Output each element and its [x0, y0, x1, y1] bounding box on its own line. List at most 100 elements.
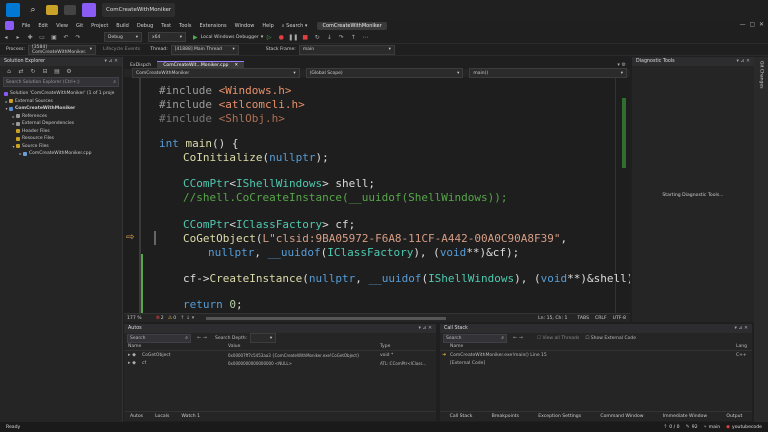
undo-icon[interactable]: ↶ — [62, 33, 70, 41]
visual-studio-icon[interactable] — [82, 3, 96, 17]
stack-frame-combo[interactable]: main ▾ — [298, 44, 395, 55]
line-ending[interactable]: CRLF — [595, 316, 607, 321]
menu-project[interactable]: Project — [87, 23, 112, 29]
table-row[interactable]: ➜ ComCreateWithMoniker.exe!main() Line 1… — [440, 351, 752, 359]
cursor-position[interactable]: Ln: 15, Ch: 1 — [538, 316, 567, 321]
step-out-icon[interactable]: ↑ — [349, 33, 357, 41]
status-pencil[interactable]: 92 — [692, 425, 698, 430]
platform-combo[interactable]: x64 ▾ — [148, 32, 186, 42]
menu-test[interactable]: Test — [157, 23, 175, 29]
nav-arrows-icon[interactable]: ← → — [513, 335, 523, 341]
panel-pin-icon[interactable]: ▾ ⊿ ✕ — [419, 326, 433, 331]
show-all-files-icon[interactable]: ▤ — [53, 67, 61, 75]
pause-icon[interactable]: ❚❚ — [288, 33, 298, 41]
tab-locals[interactable]: Locals — [149, 414, 175, 419]
menu-help[interactable]: Help — [258, 23, 277, 29]
step-over-icon[interactable]: ↷ — [337, 33, 345, 41]
new-item-icon[interactable]: ✚ — [26, 33, 34, 41]
nav-function-combo[interactable]: main() ▾ — [469, 68, 627, 78]
tree-resource-files[interactable]: Resource Files — [0, 135, 122, 143]
properties-icon[interactable]: ⚙ — [65, 67, 73, 75]
git-changes-tab[interactable]: Git Changes — [759, 61, 764, 89]
menu-git[interactable]: Git — [72, 23, 87, 29]
menu-edit[interactable]: Edit — [34, 23, 52, 29]
encoding[interactable]: UTF-8 — [613, 316, 626, 321]
menu-view[interactable]: View — [52, 23, 72, 29]
tree-references[interactable]: ▸ References — [0, 113, 122, 121]
open-icon[interactable]: ▭ — [38, 33, 46, 41]
search-icon[interactable]: ⌕ — [26, 3, 40, 17]
lifecycle-events[interactable]: Lifecycle Events — [103, 47, 140, 52]
windows-start-icon[interactable] — [6, 3, 20, 17]
menu-debug[interactable]: Debug — [133, 23, 157, 29]
thread-combo[interactable]: [41888] Main Thread ▾ — [170, 44, 239, 55]
show-external-code-checkbox[interactable]: ☐ Show External Code — [585, 336, 636, 341]
nav-arrows-icon[interactable]: ← → — [197, 335, 207, 341]
tab-watch-1[interactable]: Watch 1 — [175, 414, 206, 419]
tab-breakpoints[interactable]: Breakpoints — [486, 414, 525, 419]
stop-icon[interactable]: ■ — [301, 33, 309, 41]
restart-icon[interactable]: ↻ — [313, 33, 321, 41]
warning-icon[interactable]: ⚠ — [168, 315, 172, 321]
call-stack-search-input[interactable]: Search ⌕ — [443, 333, 507, 343]
tab-immediate-window[interactable]: Immediate Window — [657, 414, 713, 419]
zoom-level[interactable]: 177 % — [127, 316, 142, 321]
nav-scope-combo[interactable]: (Global Scope) ▾ — [305, 68, 464, 78]
search-menu[interactable]: ⌕ Search ▾ — [278, 23, 312, 29]
menu-build[interactable]: Build — [112, 23, 133, 29]
menu-window[interactable]: Window — [231, 23, 259, 29]
configuration-combo[interactable]: Debug ▾ — [104, 32, 142, 42]
search-depth-combo[interactable]: ▾ — [250, 333, 277, 343]
tree-project[interactable]: ▾ ComCreateWithMoniker — [0, 105, 122, 113]
hot-reload-icon[interactable]: ● — [277, 33, 285, 41]
save-icon[interactable]: ▣ — [50, 33, 58, 41]
tab-autos[interactable]: Autos — [124, 414, 149, 419]
tab-call-stack[interactable]: Call Stack — [444, 414, 479, 419]
forward-icon[interactable]: ▸ — [14, 33, 22, 41]
table-row[interactable]: ▸ ◆ CoGetObject 0x00007ff7c5453aa3 {ComC… — [124, 351, 436, 359]
table-row[interactable]: [External Code] — [440, 359, 752, 367]
refresh-icon[interactable]: ↻ — [29, 67, 37, 75]
tree-header-files[interactable]: Header Files — [0, 128, 122, 136]
process-combo[interactable]: [3584] ComCreateWithMoniker. ▾ — [27, 44, 96, 55]
continue-icon[interactable]: ▷ — [265, 33, 273, 41]
tabs-mode[interactable]: TABS — [577, 316, 589, 321]
menu-file[interactable]: File — [18, 23, 34, 29]
menu-tools[interactable]: Tools — [175, 23, 195, 29]
tree-external-dependencies[interactable]: ▸ External Dependencies — [0, 120, 122, 128]
tab-command-window[interactable]: Command Window — [594, 414, 649, 419]
status-up[interactable]: 0 / 0 — [669, 425, 679, 430]
panel-pin-icon[interactable]: ▾ ⊿ ✕ — [105, 59, 119, 64]
back-icon[interactable]: ◂ — [2, 33, 10, 41]
view-all-threads-checkbox[interactable]: ☐ View all Threads — [537, 336, 579, 341]
table-row[interactable]: ▸ ◆ cf 0x0000000000000000 <NULL> ATL::CC… — [124, 359, 436, 367]
status-user[interactable]: youtubecode — [732, 425, 762, 430]
error-icon[interactable]: ⊗ — [156, 315, 160, 321]
run-debugger-button[interactable]: ▶ Local Windows Debugger ▾ — [193, 34, 263, 41]
tab-exception-settings[interactable]: Exception Settings — [532, 414, 587, 419]
app-window-icon[interactable] — [64, 5, 76, 15]
menu-extensions[interactable]: Extensions — [195, 23, 230, 29]
nav-arrows-icon[interactable]: ↑ ↓ ▾ — [180, 315, 194, 321]
tab-output[interactable]: Output — [720, 414, 748, 419]
horizontal-scrollbar[interactable] — [206, 316, 447, 320]
home-icon[interactable]: ⌂ — [5, 67, 13, 75]
code-editor[interactable]: ⇨ #include <Windows.h> #include <atlcomc… — [124, 78, 630, 313]
sync-icon[interactable]: ⇄ — [17, 67, 25, 75]
toolbar-extra-icon[interactable]: ⋯ — [361, 33, 369, 41]
panel-pin-icon[interactable]: ▾ ⊿ ✕ — [735, 326, 749, 331]
tree-solution[interactable]: Solution 'ComCreateWithMoniker' (1 of 1 … — [0, 90, 122, 98]
window-controls[interactable]: — ▢ ✕ — [740, 21, 764, 28]
status-branch[interactable]: main — [709, 425, 720, 430]
solution-search-input[interactable]: Search Solution Explorer (Ctrl+;) ⌕ — [3, 77, 119, 87]
tree-cpp-file[interactable]: ▸ ComCreateWithMoniker.cpp — [0, 150, 122, 158]
tree-external-sources[interactable]: ▸ External Sources — [0, 98, 122, 106]
file-explorer-icon[interactable] — [46, 5, 58, 15]
collapse-all-icon[interactable]: ⊟ — [41, 67, 49, 75]
nav-project-combo[interactable]: ComCreateWithMoniker ▾ — [132, 68, 300, 78]
step-into-icon[interactable]: ↓ — [325, 33, 333, 41]
panel-pin-icon[interactable]: ▾ ⊿ ✕ — [737, 59, 751, 64]
autos-search-input[interactable]: Search ⌕ — [127, 333, 191, 343]
taskbar-app-label[interactable]: ComCreateWithMoniker — [102, 3, 176, 17]
redo-icon[interactable]: ↷ — [74, 33, 82, 41]
